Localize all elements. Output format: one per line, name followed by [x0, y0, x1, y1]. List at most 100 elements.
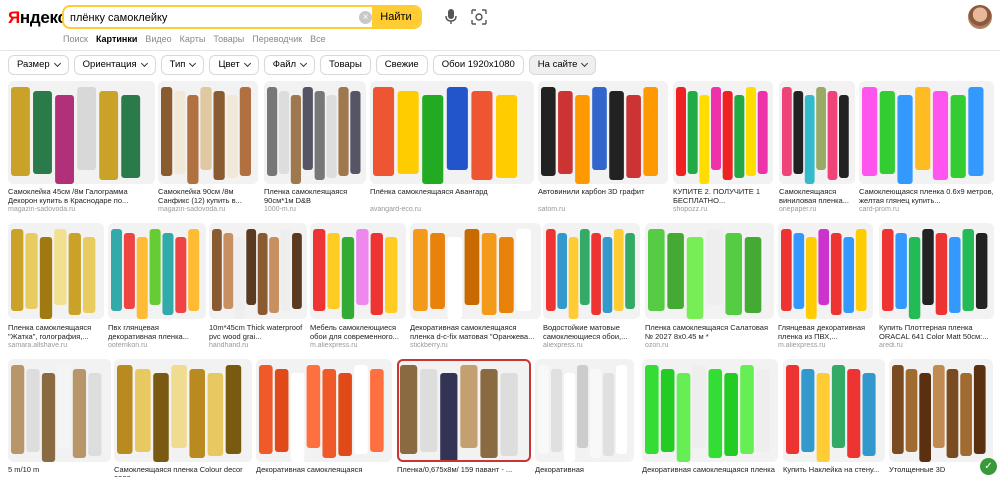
- image-caption[interactable]: Пленка самоклеящаяся 90см*1м D&B: [264, 187, 366, 205]
- image-thumbnail[interactable]: [264, 81, 366, 184]
- image-source[interactable]: ooterrikon.ru: [108, 342, 206, 349]
- image-source[interactable]: ozon.ru: [645, 342, 774, 349]
- yandex-logo[interactable]: Яндекс: [8, 8, 67, 28]
- image-source[interactable]: handhand.ru: [209, 342, 307, 349]
- filter-chip-5[interactable]: Товары: [320, 55, 371, 75]
- filter-chip-8[interactable]: На сайте: [528, 55, 597, 75]
- tab-0[interactable]: Поиск: [63, 34, 88, 44]
- image-thumbnail[interactable]: [535, 359, 634, 462]
- image-caption[interactable]: Декоративная самоклеящаяся пленка...: [256, 465, 392, 477]
- image-thumbnail[interactable]: [645, 223, 774, 319]
- image-source[interactable]: shopozz.ru: [673, 206, 773, 213]
- find-button[interactable]: Найти: [372, 7, 420, 27]
- image-source[interactable]: satom.ru: [538, 206, 668, 213]
- chevron-down-icon: [243, 59, 251, 68]
- image-thumbnail[interactable]: [8, 223, 104, 319]
- filter-chip-1[interactable]: Ориентация: [73, 55, 156, 75]
- filter-chip-7[interactable]: Обои 1920x1080: [432, 55, 524, 75]
- clear-search-button[interactable]: ×: [359, 11, 372, 24]
- avatar[interactable]: [968, 5, 992, 29]
- image-source[interactable]: m.aliexpress.ru: [778, 342, 873, 349]
- filter-bar: Размер Ориентация Тип Цвет Файл Товары Свежие О…: [8, 55, 597, 75]
- image-source[interactable]: samara.allshave.ru: [8, 342, 104, 349]
- image-thumbnail[interactable]: [310, 223, 406, 319]
- tab-5[interactable]: Переводчик: [252, 34, 302, 44]
- image-caption[interactable]: Плёнка самоклеящаяся Авангард: [370, 187, 534, 205]
- image-source[interactable]: m.aliexpress.ru: [310, 342, 406, 349]
- image-source[interactable]: 1000-m.ru: [264, 206, 366, 213]
- image-thumbnail[interactable]: [859, 81, 994, 184]
- image-caption[interactable]: 5 m/10 m: [8, 465, 111, 477]
- filter-chip-0[interactable]: Размер: [8, 55, 69, 75]
- filter-chip-label: Обои 1920x1080: [441, 59, 515, 70]
- image-caption[interactable]: Пленка самоклеящаяся Салатовая № 2027 8x…: [645, 323, 774, 341]
- filter-chip-6[interactable]: Свежие: [375, 55, 428, 75]
- image-thumbnail[interactable]: [114, 359, 252, 462]
- image-thumbnail[interactable]: [8, 359, 111, 462]
- image-caption[interactable]: Декоративная самоклеящаяся пленка для...: [535, 465, 634, 477]
- image-thumbnail[interactable]: [410, 223, 541, 319]
- image-caption[interactable]: Утолщенные 3D деревянные...: [889, 465, 993, 477]
- chevron-down-icon: [300, 59, 308, 68]
- image-caption[interactable]: 10m*45cm Thick waterproof pvc wood grai.…: [209, 323, 307, 341]
- image-caption[interactable]: Самоклейка 90см /8м Санфикс (12) купить …: [158, 187, 258, 205]
- image-caption[interactable]: Купить Наклейка на стену...: [783, 465, 885, 477]
- image-thumbnail[interactable]: [889, 359, 993, 462]
- microphone-icon[interactable]: [444, 9, 458, 25]
- image-source[interactable]: magazin-sadovoda.ru: [8, 206, 155, 213]
- image-source[interactable]: onepaper.ru: [779, 206, 855, 213]
- image-thumbnail[interactable]: [879, 223, 994, 319]
- image-thumbnail[interactable]: [370, 81, 534, 184]
- image-caption[interactable]: Глянцевая декоративная пленка из ПВХ,...: [778, 323, 873, 341]
- tab-1[interactable]: Картинки: [96, 34, 137, 44]
- shield-icon[interactable]: ✓: [980, 458, 997, 475]
- image-source[interactable]: aliexpress.ru: [543, 342, 640, 349]
- image-caption[interactable]: Самоклеящаяся пленка Colour decor 2022..…: [114, 465, 252, 477]
- search-tabs: Поиск Картинки Видео Карты Товары Переводчик В…: [63, 34, 326, 44]
- image-caption[interactable]: Купить Плоттерная пленка ORACAL 641 Colo…: [879, 323, 994, 341]
- image-caption[interactable]: Водостойкие матовые самоклеющиеся обои,.…: [543, 323, 640, 341]
- image-thumbnail[interactable]: [779, 81, 855, 184]
- image-source[interactable]: card-prom.ru: [859, 206, 994, 213]
- tab-2[interactable]: Видео: [145, 34, 171, 44]
- image-thumbnail[interactable]: [543, 223, 640, 319]
- image-thumbnail[interactable]: [783, 359, 885, 462]
- image-thumbnail[interactable]: [158, 81, 258, 184]
- chevron-down-icon: [53, 59, 61, 68]
- image-thumbnail[interactable]: [778, 223, 873, 319]
- image-caption[interactable]: КУПИТЕ 2. ПОЛУЧИТЕ 1 БЕСПЛАТНО...: [673, 187, 773, 205]
- image-thumbnail[interactable]: [256, 359, 392, 462]
- image-thumbnail[interactable]: [538, 81, 668, 184]
- image-thumbnail[interactable]: [642, 359, 778, 462]
- image-caption[interactable]: Пленка самоклеящаяся "Жатка", голография…: [8, 323, 104, 341]
- image-source[interactable]: aredi.ru: [879, 342, 994, 349]
- image-thumbnail[interactable]: [397, 359, 531, 462]
- image-thumbnail[interactable]: [209, 223, 307, 319]
- filter-chip-label: Ориентация: [82, 59, 137, 70]
- chevron-down-icon: [140, 59, 148, 68]
- tab-6[interactable]: Все: [310, 34, 326, 44]
- image-search-icon[interactable]: [471, 9, 487, 25]
- filter-chip-2[interactable]: Тип: [160, 55, 205, 75]
- image-caption[interactable]: Декоративная самоклеящаяся пленка d-c-fi…: [410, 323, 541, 341]
- tab-3[interactable]: Карты: [180, 34, 206, 44]
- image-caption[interactable]: Пленка/0,675x8м/ 159 павант - ...: [397, 465, 531, 477]
- search-input[interactable]: [70, 9, 352, 27]
- image-thumbnail[interactable]: [8, 81, 155, 184]
- tab-4[interactable]: Товары: [213, 34, 244, 44]
- image-thumbnail[interactable]: [108, 223, 206, 319]
- image-caption[interactable]: Мебель самоклеющиеся обои для современно…: [310, 323, 406, 341]
- filter-chip-label: На сайте: [537, 59, 578, 70]
- image-thumbnail[interactable]: [673, 81, 773, 184]
- filter-chip-4[interactable]: Файл: [263, 55, 316, 75]
- image-caption[interactable]: Самоклейка 45см /8м Галограмма Декорон к…: [8, 187, 155, 205]
- filter-chip-3[interactable]: Цвет: [209, 55, 259, 75]
- image-source[interactable]: avangard-eco.ru: [370, 206, 534, 213]
- image-caption[interactable]: Автовинили карбон 3D графит: [538, 187, 668, 205]
- image-source[interactable]: magazin-sadovoda.ru: [158, 206, 258, 213]
- image-caption[interactable]: Пвх глянцевая декоративная пленка...: [108, 323, 206, 341]
- image-caption[interactable]: Самоклеящаяся виниловая пленка...: [779, 187, 855, 205]
- image-source[interactable]: stickberry.ru: [410, 342, 541, 349]
- image-caption[interactable]: Декоративная самоклеящаяся пленка для...: [642, 465, 778, 477]
- image-caption[interactable]: Самоклеющаяся пленка 0.6x9 метров, желта…: [859, 187, 994, 205]
